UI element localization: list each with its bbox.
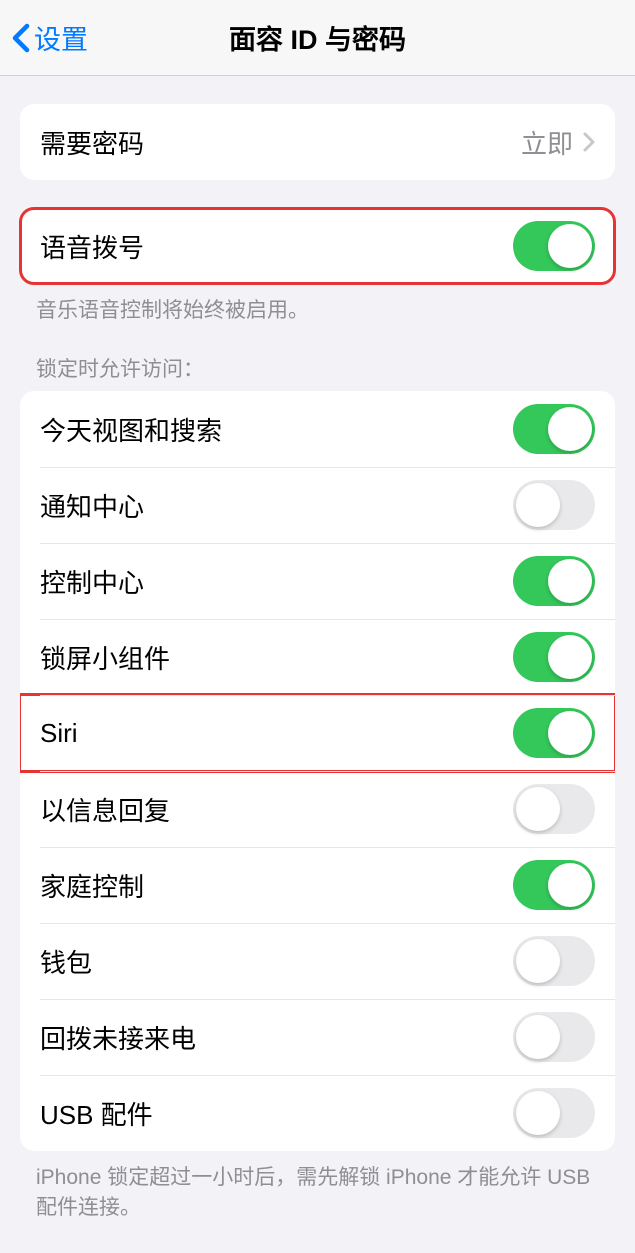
lock-access-label: 以信息回复	[40, 791, 513, 828]
toggle-knob	[516, 1015, 560, 1059]
voice-dial-group: 语音拨号	[20, 208, 615, 284]
lock-access-label: 今天视图和搜索	[40, 411, 513, 448]
lock-access-row: 以信息回复	[20, 771, 615, 847]
lock-access-row: USB 配件	[20, 1075, 615, 1151]
lock-access-label: 钱包	[40, 943, 513, 980]
toggle-knob	[516, 939, 560, 983]
lock-access-label: 回拨未接来电	[40, 1019, 513, 1056]
lock-access-row: 今天视图和搜索	[20, 391, 615, 467]
voice-dial-label: 语音拨号	[40, 228, 513, 265]
voice-dial-row: 语音拨号	[20, 208, 615, 284]
lock-access-label: Siri	[40, 718, 513, 749]
lock-access-label: 家庭控制	[40, 867, 513, 904]
lock-access-toggle[interactable]	[513, 784, 595, 834]
lock-access-row: Siri	[20, 695, 615, 771]
back-label: 设置	[34, 18, 88, 57]
lock-access-toggle[interactable]	[513, 632, 595, 682]
require-passcode-row[interactable]: 需要密码 立即	[20, 104, 615, 180]
toggle-knob	[548, 711, 592, 755]
lock-access-row: 通知中心	[20, 467, 615, 543]
lock-access-toggle[interactable]	[513, 860, 595, 910]
lock-access-label: 锁屏小组件	[40, 639, 513, 676]
lock-access-row: 锁屏小组件	[20, 619, 615, 695]
lock-access-row: 钱包	[20, 923, 615, 999]
lock-access-toggle[interactable]	[513, 480, 595, 530]
passcode-group: 需要密码 立即	[20, 104, 615, 180]
lock-access-header: 锁定时允许访问：	[0, 325, 635, 391]
lock-access-toggle[interactable]	[513, 936, 595, 986]
lock-access-group: 今天视图和搜索通知中心控制中心锁屏小组件 Siri 以信息回复家庭控制钱包回拨未接来…	[20, 391, 615, 1151]
lock-access-row: 回拨未接来电	[20, 999, 615, 1075]
lock-access-footer: iPhone 锁定超过一小时后，需先解锁 iPhone 才能允许 USB 配件连…	[0, 1151, 635, 1222]
lock-access-toggle[interactable]	[513, 556, 595, 606]
require-passcode-label: 需要密码	[40, 124, 521, 161]
content-area: 需要密码 立即 语音拨号 音乐语音控制将始终被启用。 锁定时允许访问： 今天视图…	[0, 104, 635, 1222]
lock-access-row: 家庭控制	[20, 847, 615, 923]
toggle-knob	[548, 407, 592, 451]
lock-access-toggle[interactable]	[513, 1088, 595, 1138]
chevron-right-icon	[583, 132, 595, 152]
page-title: 面容 ID 与密码	[0, 18, 635, 57]
voice-dial-footer: 音乐语音控制将始终被启用。	[0, 284, 635, 325]
toggle-knob	[548, 224, 592, 268]
lock-access-label: 控制中心	[40, 563, 513, 600]
toggle-knob	[516, 787, 560, 831]
lock-access-label: 通知中心	[40, 487, 513, 524]
back-button[interactable]: 设置	[0, 18, 88, 57]
lock-access-toggle[interactable]	[513, 404, 595, 454]
toggle-knob	[516, 483, 560, 527]
chevron-left-icon	[12, 23, 30, 53]
toggle-knob	[548, 559, 592, 603]
toggle-knob	[548, 635, 592, 679]
lock-access-row: 控制中心	[20, 543, 615, 619]
lock-access-toggle[interactable]	[513, 1012, 595, 1062]
lock-access-toggle[interactable]	[513, 708, 595, 758]
lock-access-label: USB 配件	[40, 1095, 513, 1132]
voice-dial-toggle[interactable]	[513, 221, 595, 271]
toggle-knob	[548, 863, 592, 907]
toggle-knob	[516, 1091, 560, 1135]
navigation-bar: 设置 面容 ID 与密码	[0, 0, 635, 76]
require-passcode-value: 立即	[521, 124, 573, 161]
